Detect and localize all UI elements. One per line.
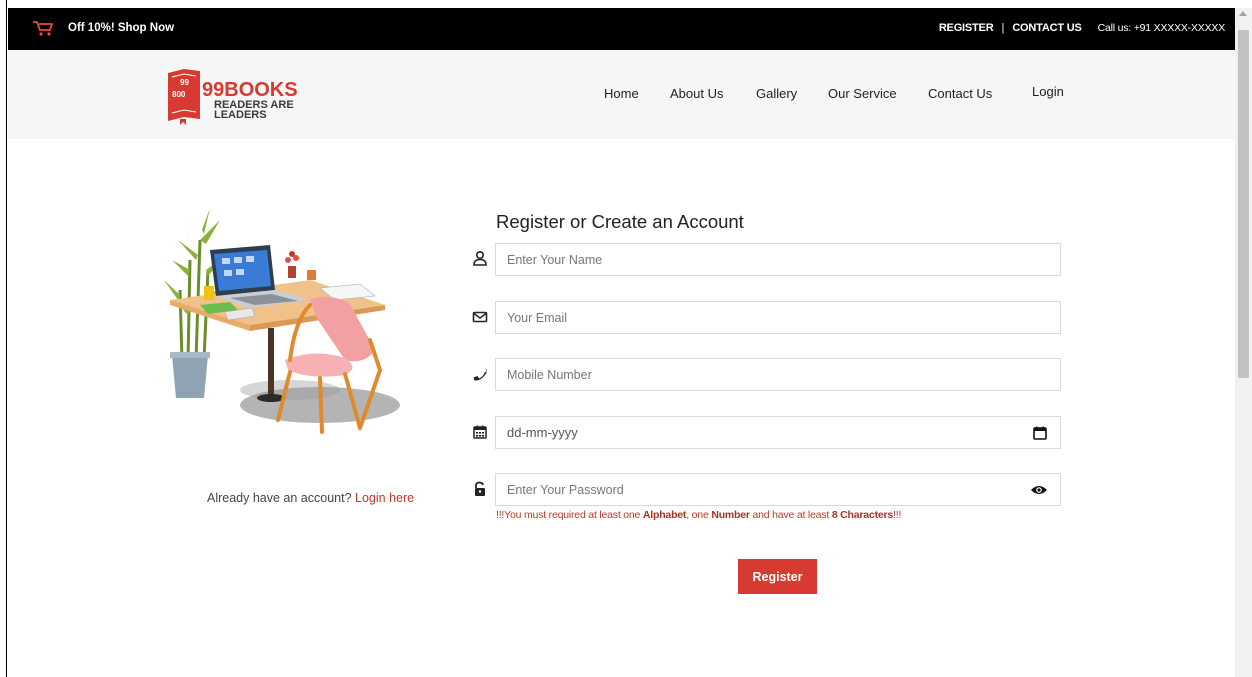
name-input[interactable]: Enter Your Name — [495, 243, 1061, 276]
calendar-icon — [473, 425, 487, 439]
site-header: 99 800 99BOOKS READERS ARE LEADERS Home … — [8, 50, 1235, 139]
logo-brand-text: 99BOOKS — [202, 79, 298, 101]
nav-gallery[interactable]: Gallery — [756, 86, 828, 101]
logo-badge-bottom: 800 — [172, 90, 186, 99]
email-placeholder: Your Email — [507, 311, 567, 325]
nav-contact-us[interactable]: Contact Us — [928, 86, 1032, 101]
logo-badge-top: 99 — [180, 78, 189, 87]
phone-icon — [473, 367, 487, 381]
already-account-caption: Already have an account? — [207, 491, 352, 505]
email-input[interactable]: Your Email — [495, 301, 1061, 334]
main-nav: Home About Us Gallery Our Service Contac… — [604, 84, 1064, 101]
nav-home[interactable]: Home — [604, 86, 670, 101]
warning-part-3: and have at least — [749, 509, 832, 521]
top-promo-bar: Off 10%! Shop Now REGISTER | CONTACT US … — [8, 8, 1235, 50]
warning-part-4: !!! — [893, 509, 902, 521]
mobile-placeholder: Mobile Number — [507, 368, 592, 382]
user-icon — [473, 250, 487, 266]
password-input[interactable]: Enter Your Password — [495, 473, 1061, 506]
lock-icon — [475, 481, 485, 496]
register-button[interactable]: Register — [738, 559, 817, 594]
nav-login[interactable]: Login — [1032, 84, 1064, 99]
cart-icon[interactable] — [32, 19, 54, 37]
desk-illustration — [164, 208, 400, 434]
nav-our-service[interactable]: Our Service — [828, 86, 928, 101]
top-links: REGISTER | CONTACT US Call us: +91 XXXXX… — [939, 22, 1225, 34]
nav-about-us[interactable]: About Us — [670, 86, 756, 101]
password-requirements-warning: !!!You must required at least one Alphab… — [496, 509, 901, 521]
warning-characters: 8 Characters — [831, 509, 894, 521]
date-placeholder: dd-mm-yyyy — [507, 425, 578, 440]
login-here-link[interactable]: Login here — [355, 491, 414, 505]
mobile-input[interactable]: Mobile Number — [495, 358, 1061, 391]
date-picker-calendar-icon[interactable] — [1033, 426, 1047, 440]
top-contact-link[interactable]: CONTACT US — [1012, 22, 1081, 34]
date-of-birth-input[interactable]: dd-mm-yyyy — [495, 416, 1061, 449]
warning-part-2: , one — [686, 509, 712, 521]
logo-tagline-2: LEADERS — [214, 109, 267, 121]
call-us-text: Call us: +91 XXXXX-XXXXX — [1097, 22, 1226, 34]
warning-alphabet: Alphabet — [642, 509, 687, 521]
top-separator: | — [1001, 22, 1005, 34]
form-title: Register or Create an Account — [496, 211, 744, 232]
scroll-thumb[interactable] — [1238, 30, 1249, 378]
site-logo[interactable]: 99 800 99BOOKS READERS ARE LEADERS — [166, 67, 306, 125]
promo-link[interactable]: Off 10%! Shop Now — [68, 22, 174, 34]
already-account-text: Already have an account? Login here — [207, 491, 414, 505]
scroll-up-arrow-icon[interactable] — [1239, 11, 1247, 16]
window-top-edge — [0, 0, 1252, 8]
page-scrollbar[interactable] — [1235, 8, 1252, 677]
password-placeholder: Enter Your Password — [507, 483, 624, 497]
warning-part-1: !!!You must required at least one — [496, 509, 643, 521]
top-register-link[interactable]: REGISTER — [939, 22, 994, 34]
name-placeholder: Enter Your Name — [507, 253, 603, 267]
warning-number: Number — [711, 509, 750, 521]
window-left-edge — [0, 0, 7, 677]
envelope-icon — [472, 311, 488, 323]
eye-icon[interactable] — [1030, 484, 1048, 496]
